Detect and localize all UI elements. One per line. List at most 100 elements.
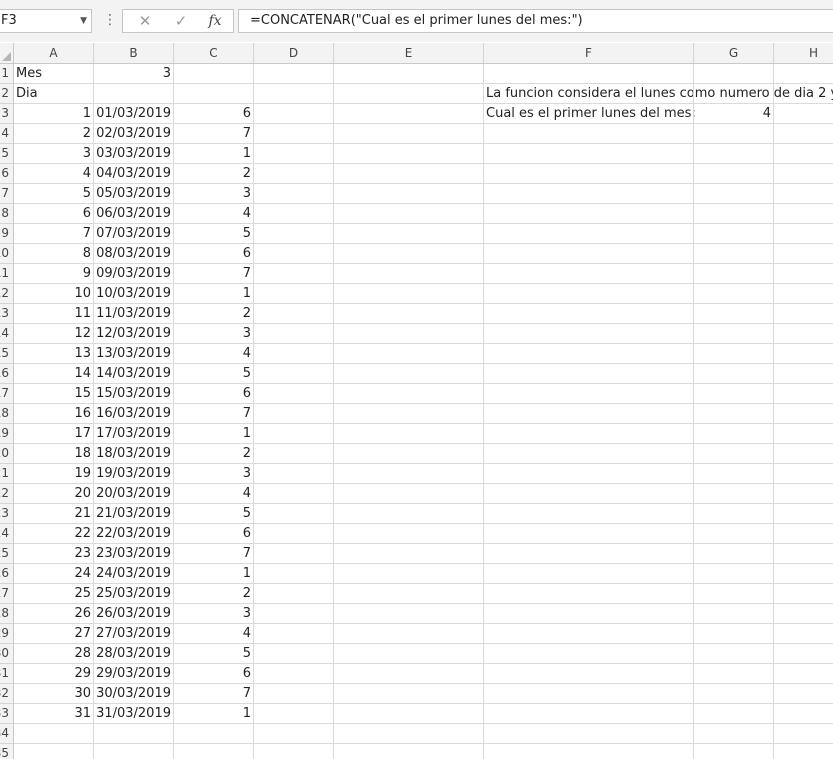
- row-header[interactable]: 12: [0, 284, 13, 304]
- column-header-b[interactable]: B: [94, 43, 174, 63]
- cell-b19[interactable]: 17/03/2019: [94, 424, 171, 444]
- row-header[interactable]: 5: [0, 144, 13, 164]
- cell-c27[interactable]: 2: [174, 584, 251, 604]
- cell-b1[interactable]: 3: [94, 64, 171, 84]
- cell-a5[interactable]: 3: [14, 144, 91, 164]
- cell-c9[interactable]: 5: [174, 224, 251, 244]
- row-header[interactable]: 15: [0, 344, 13, 364]
- row-header[interactable]: 13: [0, 304, 13, 324]
- row-header[interactable]: 32: [0, 684, 13, 704]
- cell-a6[interactable]: 4: [14, 164, 91, 184]
- cell-c23[interactable]: 5: [174, 504, 251, 524]
- cell-a15[interactable]: 13: [14, 344, 91, 364]
- cell-c11[interactable]: 7: [174, 264, 251, 284]
- cell-c13[interactable]: 2: [174, 304, 251, 324]
- cell-b29[interactable]: 27/03/2019: [94, 624, 171, 644]
- enter-icon[interactable]: ✓: [169, 10, 193, 32]
- cell-c6[interactable]: 2: [174, 164, 251, 184]
- cell-grid[interactable]: Mes 3 Dia La funcion considera el lunes …: [14, 64, 833, 759]
- cell-a10[interactable]: 8: [14, 244, 91, 264]
- row-header[interactable]: 25: [0, 544, 13, 564]
- cell-a26[interactable]: 24: [14, 564, 91, 584]
- cell-c28[interactable]: 3: [174, 604, 251, 624]
- cell-a30[interactable]: 28: [14, 644, 91, 664]
- cell-a22[interactable]: 20: [14, 484, 91, 504]
- cell-a28[interactable]: 26: [14, 604, 91, 624]
- cell-b14[interactable]: 12/03/2019: [94, 324, 171, 344]
- row-header[interactable]: 6: [0, 164, 13, 184]
- cell-b5[interactable]: 03/03/2019: [94, 144, 171, 164]
- cell-f2[interactable]: La funcion considera el lunes como numer…: [486, 84, 833, 104]
- row-header[interactable]: 7: [0, 184, 13, 204]
- cell-a2[interactable]: Dia: [16, 84, 38, 104]
- cell-a18[interactable]: 16: [14, 404, 91, 424]
- column-header-d[interactable]: D: [254, 43, 334, 63]
- formula-input[interactable]: =CONCATENAR("Cual es el primer lunes del…: [238, 9, 833, 33]
- cell-c4[interactable]: 7: [174, 124, 251, 144]
- row-header[interactable]: 14: [0, 324, 13, 344]
- row-header[interactable]: 27: [0, 584, 13, 604]
- cell-a25[interactable]: 23: [14, 544, 91, 564]
- cell-a24[interactable]: 22: [14, 524, 91, 544]
- cell-b27[interactable]: 25/03/2019: [94, 584, 171, 604]
- cell-a32[interactable]: 30: [14, 684, 91, 704]
- row-header[interactable]: 28: [0, 604, 13, 624]
- cell-a13[interactable]: 11: [14, 304, 91, 324]
- cell-b7[interactable]: 05/03/2019: [94, 184, 171, 204]
- cell-c16[interactable]: 5: [174, 364, 251, 384]
- cell-c15[interactable]: 4: [174, 344, 251, 364]
- name-box[interactable]: F3 ▼: [0, 9, 92, 33]
- column-header-h[interactable]: H: [774, 43, 833, 63]
- cell-b10[interactable]: 08/03/2019: [94, 244, 171, 264]
- cell-c22[interactable]: 4: [174, 484, 251, 504]
- cell-c21[interactable]: 3: [174, 464, 251, 484]
- cell-b25[interactable]: 23/03/2019: [94, 544, 171, 564]
- cell-a31[interactable]: 29: [14, 664, 91, 684]
- row-header[interactable]: 18: [0, 404, 13, 424]
- cell-b9[interactable]: 07/03/2019: [94, 224, 171, 244]
- row-header[interactable]: 24: [0, 524, 13, 544]
- cell-b17[interactable]: 15/03/2019: [94, 384, 171, 404]
- cell-b23[interactable]: 21/03/2019: [94, 504, 171, 524]
- cell-c33[interactable]: 1: [174, 704, 251, 724]
- row-header[interactable]: 19: [0, 424, 13, 444]
- column-header-e[interactable]: E: [334, 43, 484, 63]
- cell-a12[interactable]: 10: [14, 284, 91, 304]
- cell-b8[interactable]: 06/03/2019: [94, 204, 171, 224]
- column-header-f[interactable]: F: [484, 43, 694, 63]
- row-header[interactable]: 11: [0, 264, 13, 284]
- row-header[interactable]: 20: [0, 444, 13, 464]
- cell-a7[interactable]: 5: [14, 184, 91, 204]
- cell-a11[interactable]: 9: [14, 264, 91, 284]
- row-header[interactable]: 29: [0, 624, 13, 644]
- cell-a9[interactable]: 7: [14, 224, 91, 244]
- cell-b18[interactable]: 16/03/2019: [94, 404, 171, 424]
- row-header[interactable]: 35: [0, 744, 13, 759]
- cell-a21[interactable]: 19: [14, 464, 91, 484]
- cell-g3[interactable]: 4: [694, 104, 771, 124]
- cell-b30[interactable]: 28/03/2019: [94, 644, 171, 664]
- cell-a27[interactable]: 25: [14, 584, 91, 604]
- row-header[interactable]: 16: [0, 364, 13, 384]
- more-options-icon[interactable]: ⋮: [103, 10, 117, 30]
- column-header-a[interactable]: A: [14, 43, 94, 63]
- cell-c19[interactable]: 1: [174, 424, 251, 444]
- cell-b32[interactable]: 30/03/2019: [94, 684, 171, 704]
- row-header[interactable]: 31: [0, 664, 13, 684]
- cell-b15[interactable]: 13/03/2019: [94, 344, 171, 364]
- row-header[interactable]: 23: [0, 504, 13, 524]
- cell-b11[interactable]: 09/03/2019: [94, 264, 171, 284]
- cell-b6[interactable]: 04/03/2019: [94, 164, 171, 184]
- row-header[interactable]: 17: [0, 384, 13, 404]
- cell-a4[interactable]: 2: [14, 124, 91, 144]
- cell-a8[interactable]: 6: [14, 204, 91, 224]
- cell-b24[interactable]: 22/03/2019: [94, 524, 171, 544]
- select-all-button[interactable]: [0, 43, 14, 64]
- cell-c30[interactable]: 5: [174, 644, 251, 664]
- cell-c18[interactable]: 7: [174, 404, 251, 424]
- column-header-c[interactable]: C: [174, 43, 254, 63]
- cell-a16[interactable]: 14: [14, 364, 91, 384]
- row-header[interactable]: 2: [0, 84, 13, 104]
- row-header[interactable]: 4: [0, 124, 13, 144]
- insert-function-icon[interactable]: fx: [203, 10, 227, 32]
